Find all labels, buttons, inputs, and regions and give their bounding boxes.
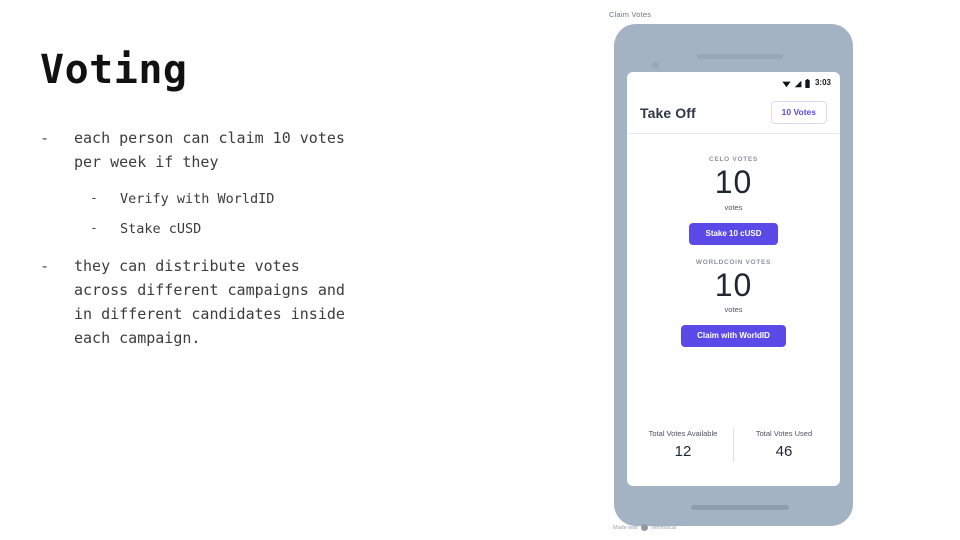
whimsical-logo-icon	[641, 524, 649, 531]
bullet-text: each person can claim 10 votes per week …	[74, 129, 345, 171]
status-bar: 3:03	[627, 72, 840, 92]
bullet-dash-icon: -	[40, 129, 50, 147]
bullet-text: Verify with WorldID	[120, 191, 275, 207]
stat-total-votes-used: Total Votes Used 46	[734, 425, 834, 464]
status-time: 3:03	[814, 77, 831, 87]
list-item: - Verify with WorldID	[90, 188, 460, 210]
bullet-dash-icon: -	[90, 221, 98, 236]
section-label: CELO VOTES	[709, 156, 758, 163]
phone-mockup: Claim Votes 3:03 Take Off 10 Votes CELO …	[605, 10, 865, 535]
slide-canvas: Voting - each person can claim 10 votes …	[0, 0, 960, 540]
app-header: Take Off 10 Votes	[627, 92, 840, 134]
claim-worldid-button[interactable]: Claim with WorldID	[681, 325, 786, 348]
watermark: Made with Whimsical	[613, 524, 676, 531]
bullet-text: they can distribute votes across differe…	[74, 257, 345, 347]
section-value: 10	[714, 266, 753, 303]
list-item: - Stake cUSD	[90, 218, 460, 240]
stat-total-votes-available: Total Votes Available 12	[633, 425, 733, 464]
section-value: 10	[714, 164, 753, 200]
watermark-brand: Whimsical	[651, 524, 677, 531]
content-column: Voting - each person can claim 10 votes …	[40, 48, 460, 364]
bullet-dash-icon: -	[90, 191, 98, 206]
home-indicator	[691, 505, 789, 510]
section-label: WORLDCOIN VOTES	[695, 258, 772, 266]
sub-bullet-list: - Verify with WorldID - Stake cUSD	[40, 188, 460, 240]
section-unit: votes	[724, 202, 743, 212]
list-item: - they can distribute votes across diffe…	[40, 254, 460, 350]
stake-cusd-button[interactable]: Stake 10 cUSD	[689, 222, 778, 245]
page-title: Voting	[40, 47, 188, 93]
app-body: CELO VOTES 10 votes Stake 10 cUSD WORLDC…	[627, 134, 840, 486]
stat-value: 12	[674, 443, 692, 460]
phone-screen: 3:03 Take Off 10 Votes CELO VOTES 10 vot…	[627, 72, 840, 486]
watermark-text: Made with	[613, 524, 639, 531]
worldcoin-votes-section: WORLDCOIN VOTES 10 votes Claim with Worl…	[627, 251, 840, 354]
phone-frame: 3:03 Take Off 10 Votes CELO VOTES 10 vot…	[614, 24, 853, 526]
stat-value: 46	[775, 443, 793, 460]
signal-icon	[794, 73, 802, 92]
bullet-list: - each person can claim 10 votes per wee…	[40, 126, 460, 350]
stat-label: Total Votes Available	[648, 429, 718, 438]
votes-chip-button[interactable]: 10 Votes	[770, 101, 827, 124]
list-item: - each person can claim 10 votes per wee…	[40, 126, 460, 174]
app-title: Take Off	[640, 104, 696, 121]
stat-label: Total Votes Used	[755, 429, 813, 438]
camera-icon	[652, 62, 659, 69]
bullet-dash-icon: -	[40, 257, 50, 275]
mockup-label: Claim Votes	[609, 10, 652, 19]
speaker-icon	[697, 54, 783, 59]
battery-icon	[805, 73, 810, 92]
section-unit: votes	[724, 305, 743, 315]
bullet-text: Stake cUSD	[120, 221, 202, 237]
wifi-icon	[782, 73, 791, 92]
stats-row: Total Votes Available 12 Total Votes Use…	[627, 425, 840, 486]
celo-votes-section: CELO VOTES 10 votes Stake 10 cUSD	[627, 148, 840, 251]
